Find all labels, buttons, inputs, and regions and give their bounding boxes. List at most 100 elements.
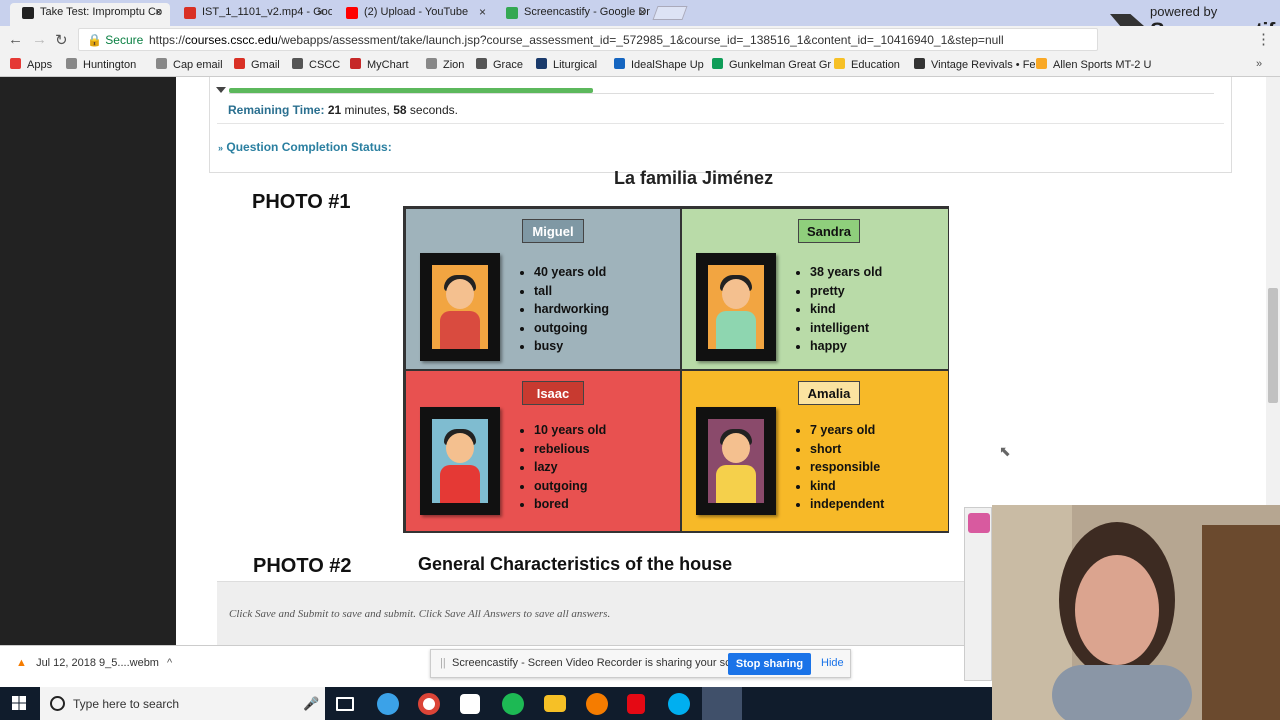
bookmark-item[interactable]: Gunkelman Great Gr	[712, 58, 831, 71]
completion-status-label: Question Completion Status:	[226, 140, 392, 154]
hide-button[interactable]: Hide	[821, 657, 844, 669]
bookmark-label: Cap email	[173, 59, 223, 71]
trait-item: kind	[810, 300, 882, 319]
course-menu-panel	[0, 77, 176, 645]
bookmark-favicon-icon	[66, 58, 77, 69]
bookmark-item[interactable]: Education	[834, 58, 900, 71]
taskbar-search[interactable]: Type here to search 🎤	[40, 687, 325, 720]
scrollbar-thumb[interactable]	[1268, 288, 1278, 403]
close-tab-icon[interactable]: ×	[155, 3, 162, 22]
family-member-card: Miguel 40 years oldtallhardworkingoutgoin…	[405, 208, 681, 370]
remaining-time-label: Remaining Time:	[228, 103, 325, 117]
family-member-card: Isaac 10 years oldrebeliouslazyoutgoingbo…	[405, 370, 681, 532]
reload-icon[interactable]: ↻	[55, 31, 68, 49]
tab-4[interactable]: Screencastify - Google Dr ×	[494, 3, 654, 26]
download-menu-chevron-icon[interactable]: ^	[167, 657, 172, 669]
task-view-icon[interactable]	[336, 697, 354, 711]
close-tab-icon[interactable]: ×	[639, 3, 646, 22]
url-text[interactable]: https://courses.cscc.edu/webapps/assessm…	[149, 33, 1004, 47]
bookmark-favicon-icon	[712, 58, 723, 69]
bookmark-item[interactable]: Allen Sports MT-2 U	[1036, 58, 1151, 71]
remaining-minutes: 21	[327, 103, 342, 117]
store-icon[interactable]	[460, 694, 480, 714]
bookmark-item[interactable]: Liturgical	[536, 58, 597, 71]
bookmark-label: MyChart	[367, 59, 409, 71]
trait-item: pretty	[810, 282, 882, 301]
tab-1[interactable]: Take Test: Impromptu Co ×	[10, 3, 170, 26]
progress-track	[229, 93, 1214, 94]
bookmark-label: Allen Sports MT-2 U	[1053, 59, 1152, 71]
search-placeholder: Type here to search	[73, 697, 180, 711]
tab-3[interactable]: (2) Upload - YouTube ×	[334, 3, 494, 26]
bookmark-item[interactable]: Grace	[476, 58, 523, 71]
stop-sharing-button[interactable]: Stop sharing	[728, 653, 811, 675]
member-portrait	[420, 407, 500, 515]
bookmark-item[interactable]: CSCC	[292, 58, 340, 71]
trait-item: 38 years old	[810, 263, 882, 282]
family-member-card: Sandra 38 years oldprettykindintelligenth…	[681, 208, 949, 370]
bookmark-label: Vintage Revivals • Fe	[931, 59, 1036, 71]
microphone-icon[interactable]: 🎤	[303, 696, 319, 712]
bookmark-item[interactable]: Gmail	[234, 58, 280, 71]
bookmark-item[interactable]: Huntington	[66, 58, 136, 71]
trait-item: hardworking	[534, 300, 609, 319]
trait-item: outgoing	[534, 477, 606, 496]
windows-start-icon[interactable]	[12, 696, 26, 710]
menu-icon[interactable]: ⋮	[1256, 30, 1271, 48]
new-tab-button[interactable]	[652, 6, 688, 20]
bookmark-item[interactable]: Vintage Revivals • Fe	[914, 58, 1036, 71]
family-grid: Miguel40 years oldtallhardworkingoutgoin…	[403, 206, 949, 533]
bookmark-favicon-icon	[614, 58, 625, 69]
chrome-icon[interactable]	[418, 693, 440, 715]
back-icon[interactable]: ←	[8, 31, 23, 48]
onedrive-icon[interactable]	[377, 693, 399, 715]
download-item[interactable]: ▲ Jul 12, 2018 9_5....webm	[16, 657, 159, 669]
firefox-icon[interactable]	[586, 693, 608, 715]
member-name: Sandra	[798, 219, 860, 243]
file-explorer-icon[interactable]	[544, 695, 566, 712]
close-tab-icon[interactable]: ×	[317, 3, 324, 22]
url-bar[interactable]: 🔒 Secure https://courses.cscc.edu/webapp…	[78, 28, 1098, 51]
record-icon[interactable]	[968, 513, 990, 533]
question-completion-status[interactable]: » Question Completion Status:	[218, 140, 392, 154]
bookmark-favicon-icon	[156, 58, 167, 69]
netflix-icon[interactable]	[627, 694, 645, 714]
tab-2[interactable]: IST_1_1101_v2.mp4 - Goo ×	[172, 3, 332, 26]
collapse-icon[interactable]	[216, 87, 226, 93]
photo2-label: PHOTO #2	[253, 555, 352, 577]
trait-item: rebelious	[534, 440, 606, 459]
member-name: Isaac	[522, 381, 584, 405]
bookmark-label: Gunkelman Great Gr	[729, 59, 832, 71]
tab-title: Take Test: Impromptu Co	[40, 6, 163, 18]
drag-handle-icon[interactable]: ||	[440, 657, 446, 669]
bookmark-label: Liturgical	[553, 59, 598, 71]
bookmark-label: Education	[851, 59, 900, 71]
bookmark-item[interactable]: Apps	[10, 58, 52, 71]
trait-item: short	[810, 440, 884, 459]
remaining-time: Remaining Time: 21 minutes, 58 seconds.	[228, 103, 458, 117]
url-host: courses.cscc.edu	[185, 33, 278, 47]
secure-indicator[interactable]: 🔒 Secure	[87, 33, 143, 47]
bookmark-item[interactable]: MyChart	[350, 58, 409, 71]
bookmark-item[interactable]: Cap email	[156, 58, 223, 71]
screencastify-control-strip	[964, 507, 992, 681]
member-traits: 7 years oldshortresponsiblekindindepende…	[810, 421, 884, 514]
bookmarks-overflow-icon[interactable]: »	[1256, 58, 1262, 70]
bookmark-item[interactable]: Zion	[426, 58, 464, 71]
bookmark-label: CSCC	[309, 59, 341, 71]
close-tab-icon[interactable]: ×	[479, 3, 486, 22]
spotify-icon[interactable]	[502, 693, 524, 715]
bookmark-favicon-icon	[234, 58, 245, 69]
bookmark-item[interactable]: IdealShape Up	[614, 58, 704, 71]
member-portrait	[420, 253, 500, 361]
forward-icon[interactable]: →	[32, 31, 47, 48]
trait-item: happy	[810, 337, 882, 356]
member-traits: 10 years oldrebeliouslazyoutgoingbored	[534, 421, 606, 514]
skype-icon[interactable]	[668, 693, 690, 715]
trait-item: responsible	[810, 458, 884, 477]
vlc-file-icon: ▲	[16, 657, 27, 669]
tab-title: Screencastify - Google Dr	[524, 6, 650, 18]
url-path: /webapps/assessment/take/launch.jsp?cour…	[277, 33, 1004, 47]
screencastify-taskbar-icon[interactable]	[702, 687, 742, 720]
webcam-overlay[interactable]	[992, 505, 1280, 720]
